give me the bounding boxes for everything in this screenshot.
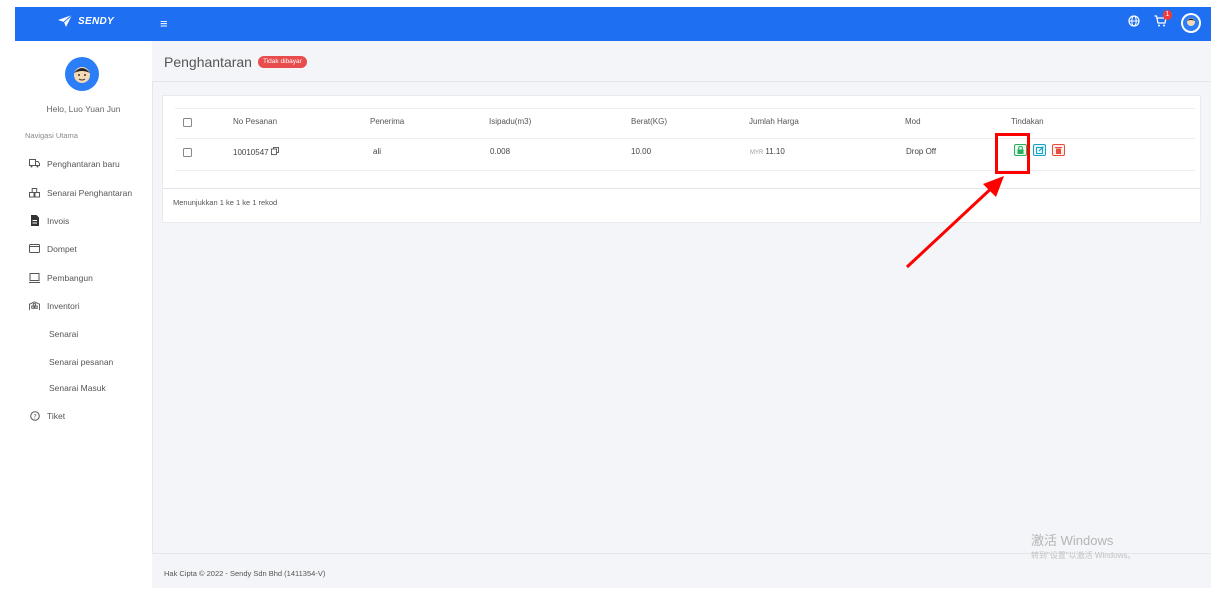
column-header[interactable]: Berat(KG) xyxy=(631,117,667,126)
sidebar-item-label: Tiket xyxy=(47,410,66,421)
deliveries-card: No Pesanan Penerima Isipadu(m3) Berat(KG… xyxy=(162,95,1201,223)
boxes-icon xyxy=(29,187,40,198)
select-all-checkbox[interactable] xyxy=(183,118,192,127)
brand-name: SENDY xyxy=(78,15,114,27)
currency-label: MYR xyxy=(750,150,764,156)
laptop-icon xyxy=(29,272,40,283)
sidebar-item-invoice[interactable]: Invois xyxy=(29,215,69,226)
sidebar-subitem-incoming-list[interactable]: Senarai Masuk xyxy=(49,383,106,393)
sidebar-subitem-order-list[interactable]: Senarai pesanan xyxy=(49,357,113,367)
user-avatar-button[interactable] xyxy=(1181,13,1201,33)
user-avatar-icon xyxy=(1183,15,1199,31)
edit-button[interactable] xyxy=(1033,144,1046,156)
globe-icon[interactable] xyxy=(1128,14,1140,32)
app-window: SENDY ≡ 1 Helo, Luo Yuan Jun Navigasi Ut… xyxy=(15,7,1211,588)
sidebar-item-label: Dompet xyxy=(47,243,77,254)
paper-plane-icon xyxy=(58,14,73,27)
top-navbar: SENDY ≡ 1 xyxy=(15,7,1211,41)
column-header[interactable]: Mod xyxy=(905,117,921,126)
table-divider xyxy=(175,170,1195,171)
sidebar-item-developer[interactable]: Pembangun xyxy=(29,272,93,283)
status-badge: Tidak dibayar xyxy=(258,56,307,68)
sidebar-subitem-list[interactable]: Senarai xyxy=(49,329,78,339)
price-value: 11.10 xyxy=(765,147,785,156)
menu-toggle-icon[interactable]: ≡ xyxy=(160,16,168,32)
edit-icon xyxy=(1035,146,1044,154)
weight-cell: 10.00 xyxy=(631,147,652,156)
invoice-icon xyxy=(29,215,40,226)
user-avatar-icon xyxy=(74,67,90,83)
wallet-icon xyxy=(29,243,40,254)
recipient-cell: ali xyxy=(373,147,382,156)
sidebar-item-wallet[interactable]: Dompet xyxy=(29,243,77,254)
cart-button[interactable]: 1 xyxy=(1154,10,1172,32)
main-content: Penghantaran Tidak dibayar No Pesanan Pe… xyxy=(152,41,1211,588)
nav-section-title: Navigasi Utama xyxy=(25,131,78,140)
deliveries-table: No Pesanan Penerima Isipadu(m3) Berat(KG… xyxy=(163,96,1200,189)
svg-text:?: ? xyxy=(33,412,36,420)
sidebar-item-label: Penghantaran baru xyxy=(47,158,120,169)
windows-activation-hint: 转到"设置"以激活 Windows。 xyxy=(1031,551,1136,560)
column-header[interactable]: Isipadu(m3) xyxy=(489,117,531,126)
order-number: 10010547 xyxy=(233,148,269,157)
mode-cell: Drop Off xyxy=(906,147,937,156)
trash-icon xyxy=(1055,147,1062,154)
table-divider xyxy=(175,108,1195,109)
sidebar: Helo, Luo Yuan Jun Navigasi Utama Pengha… xyxy=(15,41,153,588)
annotation-highlight-box xyxy=(995,133,1030,174)
sidebar-item-label: Pembangun xyxy=(47,272,93,283)
column-header[interactable]: Penerima xyxy=(370,117,404,126)
truck-icon xyxy=(29,158,40,169)
row-checkbox[interactable] xyxy=(183,148,192,157)
page-header: Penghantaran Tidak dibayar xyxy=(152,41,1211,82)
column-header[interactable]: No Pesanan xyxy=(233,117,277,126)
greeting-text: Helo, Luo Yuan Jun xyxy=(46,104,121,114)
volume-cell: 0.008 xyxy=(490,147,511,156)
column-header[interactable]: Jumlah Harga xyxy=(749,117,799,126)
sidebar-item-new-delivery[interactable]: Penghantaran baru xyxy=(29,158,120,169)
page-title: Penghantaran xyxy=(164,54,252,70)
warehouse-icon xyxy=(29,300,40,311)
sidebar-avatar xyxy=(65,57,99,91)
order-number-cell[interactable]: 10010547 xyxy=(233,147,279,157)
price-cell: MYR 11.10 xyxy=(750,147,785,156)
table-divider xyxy=(175,138,1195,139)
records-info: Menunjukkan 1 ke 1 ke 1 rekod xyxy=(173,198,278,207)
sidebar-item-ticket[interactable]: ? Tiket xyxy=(29,410,65,421)
sidebar-item-label: Invois xyxy=(47,215,70,226)
sidebar-item-inventory[interactable]: Inventori xyxy=(29,300,80,311)
copy-icon[interactable] xyxy=(270,147,279,155)
annotation-arrow xyxy=(905,176,1004,269)
cart-count-badge: 1 xyxy=(1163,10,1172,20)
column-header: Tindakan xyxy=(1011,117,1044,126)
windows-activation-watermark: 激活 Windows xyxy=(1031,533,1114,548)
sidebar-item-label: Senarai Penghantaran xyxy=(47,187,133,198)
copyright-text: Hak Cipta © 2022 - Sendy Sdn Bhd (141135… xyxy=(164,569,326,578)
question-circle-icon: ? xyxy=(29,410,40,421)
delete-button[interactable] xyxy=(1052,144,1065,156)
brand-logo[interactable]: SENDY xyxy=(57,14,114,28)
sidebar-item-delivery-list[interactable]: Senarai Penghantaran xyxy=(29,187,132,198)
sidebar-item-label: Inventori xyxy=(47,300,80,311)
